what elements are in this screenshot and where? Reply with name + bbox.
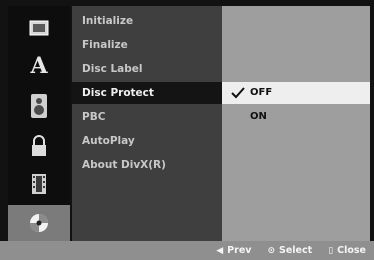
category-icon-column: A <box>8 6 70 241</box>
menu-item-autoplay[interactable]: AutoPlay <box>72 130 222 152</box>
settings-menu: Initialize Finalize Disc Label Disc Prot… <box>72 6 222 241</box>
setup-screen: A Initialize Finalize Disc Label Disc Pr… <box>0 0 374 260</box>
options-panel: OFF ON <box>222 6 370 241</box>
menu-item-initialize[interactable]: Initialize <box>72 10 222 32</box>
select-label: Select <box>279 245 313 256</box>
language-icon[interactable]: A <box>8 48 70 84</box>
menu-item-about-divx[interactable]: About DivX(R) <box>72 154 222 176</box>
menu-item-disc-protect[interactable]: Disc Protect <box>72 82 222 104</box>
left-arrow-icon: ◀ <box>216 245 224 256</box>
audio-speaker-icon[interactable] <box>8 88 70 124</box>
menu-item-pbc[interactable]: PBC <box>72 106 222 128</box>
help-bar: ◀ Prev ⊙ Select ▯ Close <box>0 241 374 260</box>
checkmark-icon <box>230 82 246 104</box>
close-hint: ▯ Close <box>328 245 366 256</box>
prev-hint: ◀ Prev <box>216 245 251 256</box>
menu-item-finalize[interactable]: Finalize <box>72 34 222 56</box>
lock-icon[interactable] <box>8 128 70 164</box>
return-button-icon: ▯ <box>328 245 334 256</box>
option-off[interactable]: OFF <box>222 82 370 104</box>
menu-item-disc-label[interactable]: Disc Label <box>72 58 222 80</box>
prev-label: Prev <box>227 245 252 256</box>
option-on-label: ON <box>250 111 267 122</box>
disc-icon[interactable] <box>8 205 70 241</box>
option-off-label: OFF <box>250 87 273 98</box>
select-hint: ⊙ Select <box>267 245 312 256</box>
option-on[interactable]: ON <box>222 106 370 128</box>
language-glyph: A <box>30 53 48 79</box>
film-strip-icon[interactable] <box>8 166 70 202</box>
enter-button-icon: ⊙ <box>267 245 276 256</box>
close-label: Close <box>337 245 366 256</box>
display-icon[interactable] <box>8 10 70 46</box>
